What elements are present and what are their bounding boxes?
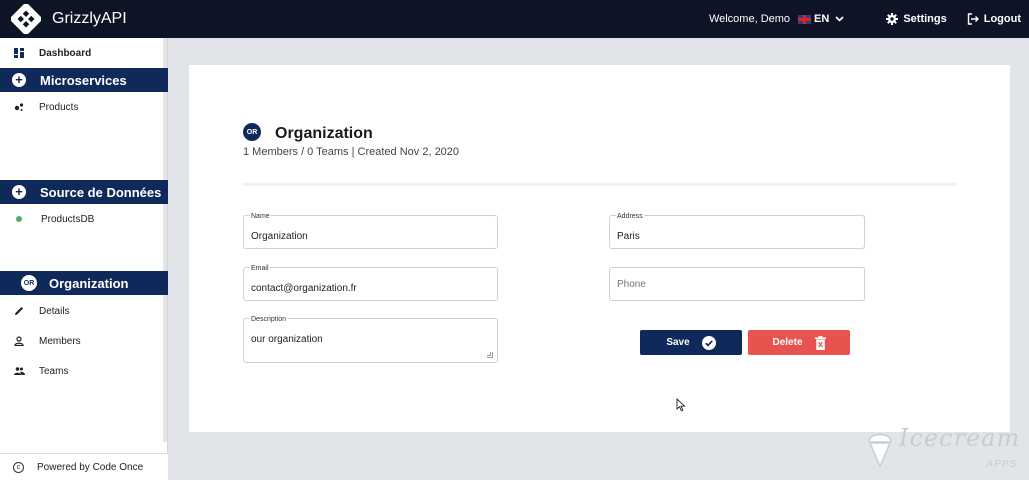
watermark-sub: APPS [986, 459, 1017, 470]
sidebar-item-label: ProductsDB [41, 213, 95, 225]
copyright-icon: c [13, 461, 24, 473]
powered-by-text[interactable]: Powered by Code Once [37, 462, 143, 473]
watermark-text: Icecream [899, 424, 1021, 452]
phone-field[interactable] [609, 267, 865, 301]
sidebar-item-label: Products [39, 101, 79, 113]
field-label: Description [250, 316, 288, 323]
phone-input[interactable] [617, 279, 847, 290]
people-icon [13, 365, 25, 377]
field-label: Email [250, 265, 270, 272]
address-field[interactable]: Address [609, 213, 865, 249]
section-title: Organization [49, 275, 129, 291]
email-input[interactable] [251, 283, 481, 294]
sidebar-item-members[interactable]: Members [0, 330, 164, 352]
field-label: Address [616, 213, 644, 220]
delete-button[interactable]: Delete [748, 330, 850, 355]
topbar-actions: Welcome, Demo EN Settings Logout [709, 0, 1029, 38]
logout-icon [967, 13, 979, 25]
sidebar-footer: c Powered by Code Once [0, 453, 168, 480]
section-title: Microservices [40, 72, 127, 88]
uk-flag-icon [798, 14, 812, 24]
language-code: EN [814, 13, 830, 25]
person-icon [13, 335, 25, 347]
icecream-apps-watermark: Icecream APPS [861, 424, 1021, 470]
top-bar: GrizzlyAPI Welcome, Demo EN Settings Log… [0, 0, 1029, 38]
org-badge: OR [21, 275, 37, 291]
sidebar-item-dashboard[interactable]: Dashboard [0, 42, 164, 64]
delete-label: Delete [772, 337, 803, 348]
app-title[interactable]: GrizzlyAPI [52, 10, 127, 28]
grizzly-logo-icon[interactable] [10, 3, 42, 35]
sidebar-item-label: Details [39, 305, 70, 317]
description-textarea[interactable]: our organization [251, 334, 481, 345]
resize-handle-icon[interactable] [487, 352, 493, 358]
name-field[interactable]: Name [243, 213, 498, 249]
check-circle-icon [701, 335, 716, 350]
section-datasources[interactable]: + Source de Données [0, 180, 168, 204]
icecream-cone-icon [868, 433, 892, 468]
logout-label: Logout [983, 13, 1021, 25]
divider [243, 183, 956, 186]
section-organization[interactable]: OR Organization [0, 271, 168, 295]
plus-circle-icon[interactable]: + [12, 185, 26, 199]
chevron-down-icon [835, 14, 844, 25]
page-title: Organization [275, 125, 373, 142]
plus-circle-icon[interactable]: + [12, 73, 26, 87]
page-subtitle: 1 Members / 0 Teams | Created Nov 2, 202… [243, 146, 460, 158]
sidebar-item-teams[interactable]: Teams [0, 360, 164, 382]
save-button[interactable]: Save [640, 330, 742, 355]
sidebar-item-products[interactable]: Products [0, 96, 164, 118]
dashboard-icon [13, 47, 25, 59]
description-field[interactable]: Description our organization [243, 316, 498, 363]
gear-icon [886, 13, 899, 25]
settings-button[interactable]: Settings [886, 13, 947, 25]
trash-icon [814, 335, 826, 350]
logout-button[interactable]: Logout [967, 13, 1021, 25]
sidebar-item-label: Dashboard [39, 47, 92, 59]
sidebar: Dashboard + Microservices Products + Sou… [0, 38, 168, 480]
status-dot-icon [16, 216, 22, 222]
sidebar-item-productsdb[interactable]: ProductsDB [0, 208, 164, 230]
settings-label: Settings [903, 13, 947, 25]
section-title: Source de Données [40, 184, 162, 200]
name-input[interactable] [251, 231, 481, 242]
field-label: Name [250, 213, 271, 220]
address-input[interactable] [617, 231, 847, 242]
org-avatar: OR [243, 123, 261, 141]
section-microservices[interactable]: + Microservices [0, 68, 168, 92]
bubbles-icon [13, 101, 25, 113]
welcome-text: Welcome, Demo [708, 13, 791, 25]
save-label: Save [666, 337, 690, 348]
mouse-cursor-icon [676, 397, 686, 415]
email-field[interactable]: Email [243, 265, 498, 301]
sidebar-item-details[interactable]: Details [0, 300, 164, 322]
pencil-icon [13, 305, 25, 317]
sidebar-item-label: Teams [39, 365, 69, 377]
organization-card: OR Organization 1 Members / 0 Teams | Cr… [189, 65, 1010, 432]
sidebar-item-label: Members [39, 335, 81, 347]
language-selector[interactable]: EN [798, 13, 844, 25]
